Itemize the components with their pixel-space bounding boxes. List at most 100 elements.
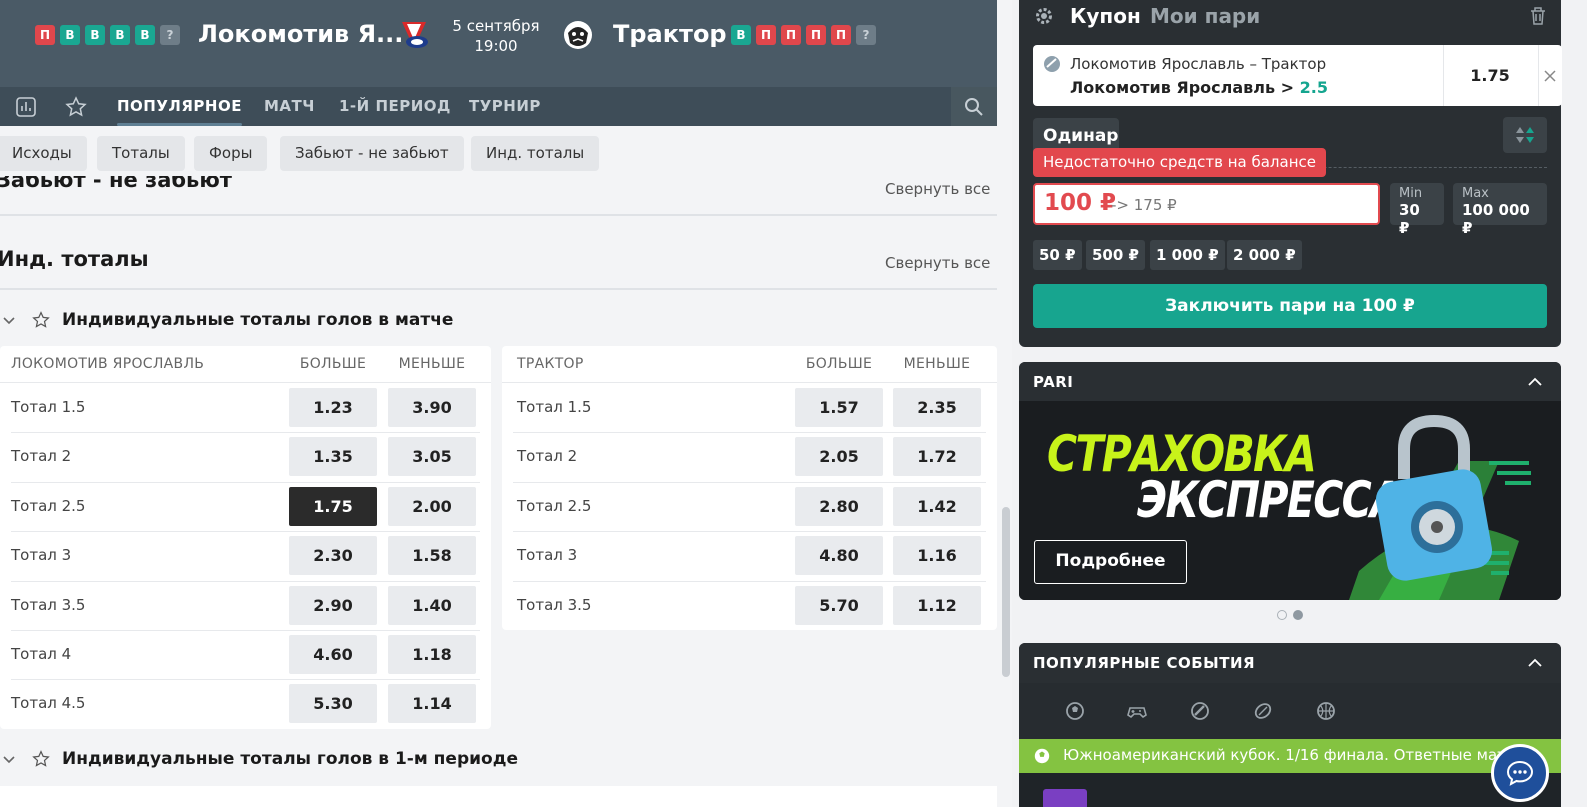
away-form-badge: ? — [856, 25, 876, 45]
odds-over-button[interactable]: 1.23 — [289, 388, 377, 427]
bet-slip-item: Локомотив Ярославль – Трактор Локомотив … — [1033, 45, 1562, 106]
max-label: Max — [1462, 186, 1489, 201]
pari-promo-block: PARI СТРАХОВКА ЭКСПРЕССА Подробнее — [1019, 362, 1561, 600]
odds-under-button[interactable]: 1.18 — [388, 634, 476, 674]
min-stake[interactable]: Min 30 ₽ — [1390, 183, 1444, 237]
odds-under-button[interactable]: 1.42 — [893, 486, 981, 526]
carousel-dot[interactable] — [1277, 610, 1287, 620]
tab-tournament[interactable]: ТУРНИР — [469, 87, 541, 126]
table-row: Тотал 4 4.60 1.18 — [0, 629, 491, 679]
coupon-header: Купон Мои пари — [1019, 0, 1561, 34]
gear-icon[interactable] — [1034, 6, 1054, 26]
filter-outcomes[interactable]: Исходы — [0, 136, 87, 171]
max-value: 100 000 ₽ — [1462, 201, 1530, 237]
live-badge — [1043, 789, 1087, 807]
max-stake[interactable]: Max 100 000 ₽ — [1453, 183, 1547, 237]
chat-bubble-icon — [1506, 760, 1534, 786]
odds-under-button[interactable]: 1.40 — [388, 585, 476, 625]
odds-over-button[interactable]: 5.70 — [795, 585, 883, 625]
quick-stake-500[interactable]: 500 ₽ — [1086, 240, 1145, 270]
collapse-all-both-score[interactable]: Свернуть все — [885, 180, 990, 198]
odds-over-button[interactable]: 2.05 — [795, 437, 883, 477]
away-form-badge: П — [831, 25, 851, 45]
tennis-icon[interactable] — [1253, 701, 1273, 721]
home-team-name[interactable]: Локомотив Я... — [198, 20, 403, 48]
hockey-icon[interactable] — [1190, 701, 1210, 721]
odds-over-button[interactable]: 1.35 — [289, 437, 377, 477]
odds-over-button[interactable]: 2.80 — [795, 486, 883, 526]
search-button[interactable] — [951, 87, 997, 126]
stats-icon[interactable] — [15, 96, 37, 118]
carousel-dot-active[interactable] — [1293, 610, 1303, 620]
odds-over-button[interactable]: 4.80 — [795, 536, 883, 576]
odds-over-button[interactable]: 1.75 — [289, 486, 377, 526]
odds-over-button[interactable]: 2.30 — [289, 536, 377, 576]
tab-popular[interactable]: ПОПУЛЯРНОЕ — [117, 87, 242, 126]
odds-under-button[interactable]: 1.58 — [388, 536, 476, 576]
bet-pick-team: Локомотив Ярославль > — [1070, 78, 1295, 97]
odds-under-button[interactable]: 1.72 — [893, 437, 981, 477]
odds-under-button[interactable]: 2.35 — [893, 388, 981, 427]
tab-match[interactable]: МАТЧ — [264, 87, 315, 126]
table-row: Тотал 2.5 2.80 1.42 — [502, 481, 997, 531]
promo-banner[interactable]: СТРАХОВКА ЭКСПРЕССА Подробнее — [1019, 401, 1561, 600]
odds-over-button[interactable]: 2.90 — [289, 585, 377, 625]
collapse-all-ind-totals[interactable]: Свернуть все — [885, 254, 990, 272]
odds-over-button[interactable]: 4.60 — [289, 634, 377, 674]
group-head-first-period[interactable]: Индивидуальные тоталы голов в 1-м период… — [0, 744, 518, 774]
padlock-icon — [1375, 414, 1493, 581]
bet-type-single[interactable]: Одинар — [1033, 118, 1119, 152]
filter-totals[interactable]: Тоталы — [97, 136, 185, 171]
stake-input[interactable]: 100 ₽ -> 175 ₽ — [1033, 183, 1380, 225]
place-bet-button[interactable]: Заключить пари на 100 ₽ — [1033, 284, 1547, 328]
odds-under-button[interactable]: 2.00 — [388, 486, 476, 526]
football-icon[interactable] — [1065, 701, 1085, 721]
odds-under-button[interactable]: 1.16 — [893, 536, 981, 576]
table-row: Тотал 1.5 1.23 3.90 — [0, 383, 491, 432]
league-header[interactable]: Южноамериканский кубок. 1/16 финала. Отв… — [1019, 739, 1561, 773]
odds-under-button[interactable]: 1.14 — [388, 684, 476, 724]
filter-both-score[interactable]: Забьют - не забьют — [280, 136, 464, 171]
odds-under-button[interactable]: 1.12 — [893, 585, 981, 625]
popular-title: ПОПУЛЯРНЫЕ СОБЫТИЯ — [1033, 654, 1256, 672]
away-team-name[interactable]: Трактор — [613, 20, 727, 48]
more-details-button[interactable]: Подробнее — [1034, 540, 1187, 584]
odds-under-button[interactable]: 3.90 — [388, 388, 476, 427]
odds-over-button[interactable]: 1.57 — [795, 388, 883, 427]
remove-bet-button[interactable] — [1538, 45, 1562, 106]
chevron-up-icon[interactable] — [1527, 375, 1543, 387]
trash-icon[interactable] — [1529, 6, 1547, 26]
odds-under-button[interactable]: 3.05 — [388, 437, 476, 477]
quick-stake-1000[interactable]: 1 000 ₽ — [1150, 240, 1225, 270]
chevron-up-icon[interactable] — [1527, 656, 1543, 668]
league-name: Южноамериканский кубок. 1/16 финала. Отв… — [1063, 746, 1525, 764]
filter-ind-totals[interactable]: Инд. тоталы — [471, 136, 600, 171]
group-head-match[interactable]: Индивидуальные тоталы голов в матче — [0, 305, 453, 335]
esports-gamepad-icon[interactable] — [1127, 701, 1147, 721]
away-form-badge: П — [806, 25, 826, 45]
my-bets-tab[interactable]: Мои пари — [1150, 4, 1260, 28]
tab-first-period[interactable]: 1-Й ПЕРИОД — [339, 87, 451, 126]
odds-over-button[interactable]: 5.30 — [289, 684, 377, 724]
basketball-icon[interactable] — [1316, 701, 1336, 721]
quick-stake-2000[interactable]: 2 000 ₽ — [1227, 240, 1302, 270]
filter-handicaps[interactable]: Форы — [194, 136, 268, 171]
quick-stake-50[interactable]: 50 ₽ — [1033, 240, 1082, 270]
traktor-logo-icon — [562, 18, 594, 52]
table-row: Тотал 3 4.80 1.16 — [502, 531, 997, 580]
page-scrollbar[interactable] — [1002, 507, 1010, 677]
coupon-tab[interactable]: Купон — [1070, 4, 1141, 28]
col-under: МЕНЬШЕ — [903, 356, 971, 372]
chat-support-button[interactable] — [1491, 744, 1549, 802]
table-row: Тотал 1.5 1.57 2.35 — [502, 383, 997, 432]
divider — [0, 214, 997, 216]
stake-value[interactable]: 100 ₽ — [1044, 190, 1116, 216]
table-rows: Тотал 1.5 1.23 3.90 Тотал 2 1.35 3.05 Тотал 2.… — [0, 383, 491, 729]
bet-type-toggle[interactable] — [1503, 117, 1547, 153]
popular-events-block: ПОПУЛЯРНЫЕ СОБЫТИЯ Южноамериканский кубо… — [1019, 643, 1561, 807]
favorite-star-icon[interactable] — [65, 96, 87, 118]
bet-pick: Локомотив Ярославль > 2.5 — [1070, 78, 1328, 97]
main-content: П В В В В? Локомотив Я... 5 сентября 19:00 Т… — [0, 0, 1012, 807]
insufficient-funds-warning: Недостаточно средств на балансе — [1033, 148, 1326, 177]
event-row[interactable] — [1019, 773, 1561, 807]
